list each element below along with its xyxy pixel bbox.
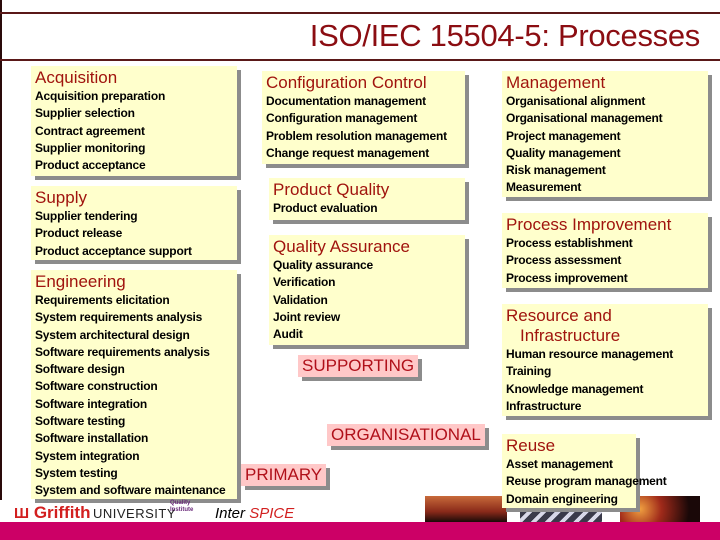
process-item: Software requirements analysis — [35, 344, 210, 359]
process-item: Product acceptance support — [35, 243, 192, 258]
process-item: Domain engineering — [506, 491, 618, 506]
process-item: Reuse program management — [506, 474, 667, 489]
process-item: Verification — [273, 275, 336, 290]
process-item: Organisational management — [506, 111, 663, 126]
process-item: Configuration management — [266, 111, 418, 126]
process-item: Quality management — [506, 145, 621, 160]
title-rule — [0, 59, 720, 61]
category-label-organisational: ORGANISATIONAL — [327, 424, 485, 446]
process-item: Measurement — [506, 180, 582, 195]
process-item: Software installation — [35, 431, 149, 446]
griffith-logo-text: Griffith — [33, 503, 91, 522]
process-item: Knowledge management — [506, 381, 644, 396]
process-item: Requirements elicitation — [35, 293, 170, 307]
process-group-engineering: Engineering Requirements elicitation Sys… — [31, 270, 237, 499]
process-item: Risk management — [506, 163, 606, 178]
process-item: Product evaluation — [273, 201, 378, 215]
process-item: Supplier tendering — [35, 209, 138, 223]
group-heading: Acquisition — [35, 68, 118, 87]
process-item: Quality assurance — [273, 258, 373, 272]
process-item: Acquisition preparation — [35, 89, 166, 103]
category-label-primary: PRIMARY — [241, 464, 327, 486]
process-item: Software design — [35, 362, 125, 377]
process-item: System and software maintenance — [35, 483, 226, 498]
group-heading: Reuse — [506, 436, 556, 455]
process-item: Supplier monitoring — [35, 140, 146, 155]
footer-photo-sunset — [425, 496, 507, 522]
group-heading: Quality Assurance — [273, 237, 411, 256]
process-item: Asset management — [506, 457, 613, 471]
group-heading: Resource and — [506, 306, 612, 325]
group-heading: Supply — [35, 188, 87, 207]
process-group-reuse: Reuse Asset management Reuse program man… — [502, 434, 667, 508]
group-heading: Engineering — [35, 272, 126, 291]
footer-bar — [0, 522, 720, 540]
process-item: Process improvement — [506, 270, 628, 285]
group-heading-continued: Infrastructure — [520, 326, 621, 345]
top-rule — [0, 12, 720, 14]
inter-text: Inter — [215, 505, 246, 522]
process-group-resource-and-infrastructure: Resource and Infrastructure Human resour… — [502, 304, 708, 416]
process-item: Product release — [35, 226, 123, 241]
qi-line2: Institute — [170, 507, 194, 513]
process-item: Software testing — [35, 414, 126, 429]
process-group-quality-assurance: Quality Assurance Quality assurance Veri… — [269, 235, 465, 345]
group-heading: Management — [506, 73, 606, 92]
process-item: System requirements analysis — [35, 310, 203, 325]
process-group-process-improvement: Process Improvement Process establishmen… — [502, 213, 708, 288]
process-group-configuration-control: Configuration Control Documentation mana… — [262, 71, 465, 164]
process-item: Audit — [273, 327, 303, 342]
process-item: System testing — [35, 465, 118, 480]
group-heading: Configuration Control — [266, 73, 427, 92]
category-label-supporting: SUPPORTING — [298, 355, 419, 377]
process-item: System integration — [35, 448, 140, 463]
process-group-supply: Supply Supplier tendering Product releas… — [31, 186, 237, 260]
process-item: Organisational alignment — [506, 94, 646, 108]
slide-left-border — [0, 0, 2, 500]
process-item: Project management — [506, 128, 621, 143]
process-item: Problem resolution management — [266, 128, 447, 143]
university-text: UNIVERSITY — [93, 506, 177, 521]
process-item: Training — [506, 364, 552, 379]
griffith-logo: Ш Griffith — [14, 503, 90, 523]
process-item: Change request management — [266, 145, 430, 160]
process-item: Infrastructure — [506, 398, 582, 413]
quality-institute-logo: Quality Institute — [170, 500, 193, 514]
interspice-logo: Inter SPICE — [215, 505, 294, 522]
process-item: Supplier selection — [35, 106, 135, 121]
process-item: Software integration — [35, 396, 148, 411]
group-heading: Process Improvement — [506, 215, 672, 234]
process-item: Joint review — [273, 309, 340, 324]
process-item: System architectural design — [35, 327, 190, 342]
slide-title: ISO/IEC 15504-5: Processes — [309, 18, 701, 53]
process-item: Process assessment — [506, 253, 622, 268]
process-group-acquisition: Acquisition Acquisition preparation Supp… — [31, 66, 237, 176]
process-item: Process establishment — [506, 236, 633, 250]
qi-line1: Quality — [170, 500, 191, 506]
process-group-management: Management Organisational alignment Orga… — [502, 71, 708, 197]
group-heading: Product Quality — [273, 180, 390, 199]
process-item: Product acceptance — [35, 158, 146, 173]
spice-text: SPICE — [249, 505, 295, 522]
griffith-emblem-icon: Ш — [14, 505, 30, 522]
process-item: Software construction — [35, 379, 158, 394]
process-item: Human resource management — [506, 347, 674, 361]
process-group-product-quality: Product Quality Product evaluation — [269, 178, 465, 220]
process-item: Contract agreement — [35, 123, 145, 138]
process-item: Validation — [273, 292, 328, 307]
process-item: Documentation management — [266, 94, 426, 108]
